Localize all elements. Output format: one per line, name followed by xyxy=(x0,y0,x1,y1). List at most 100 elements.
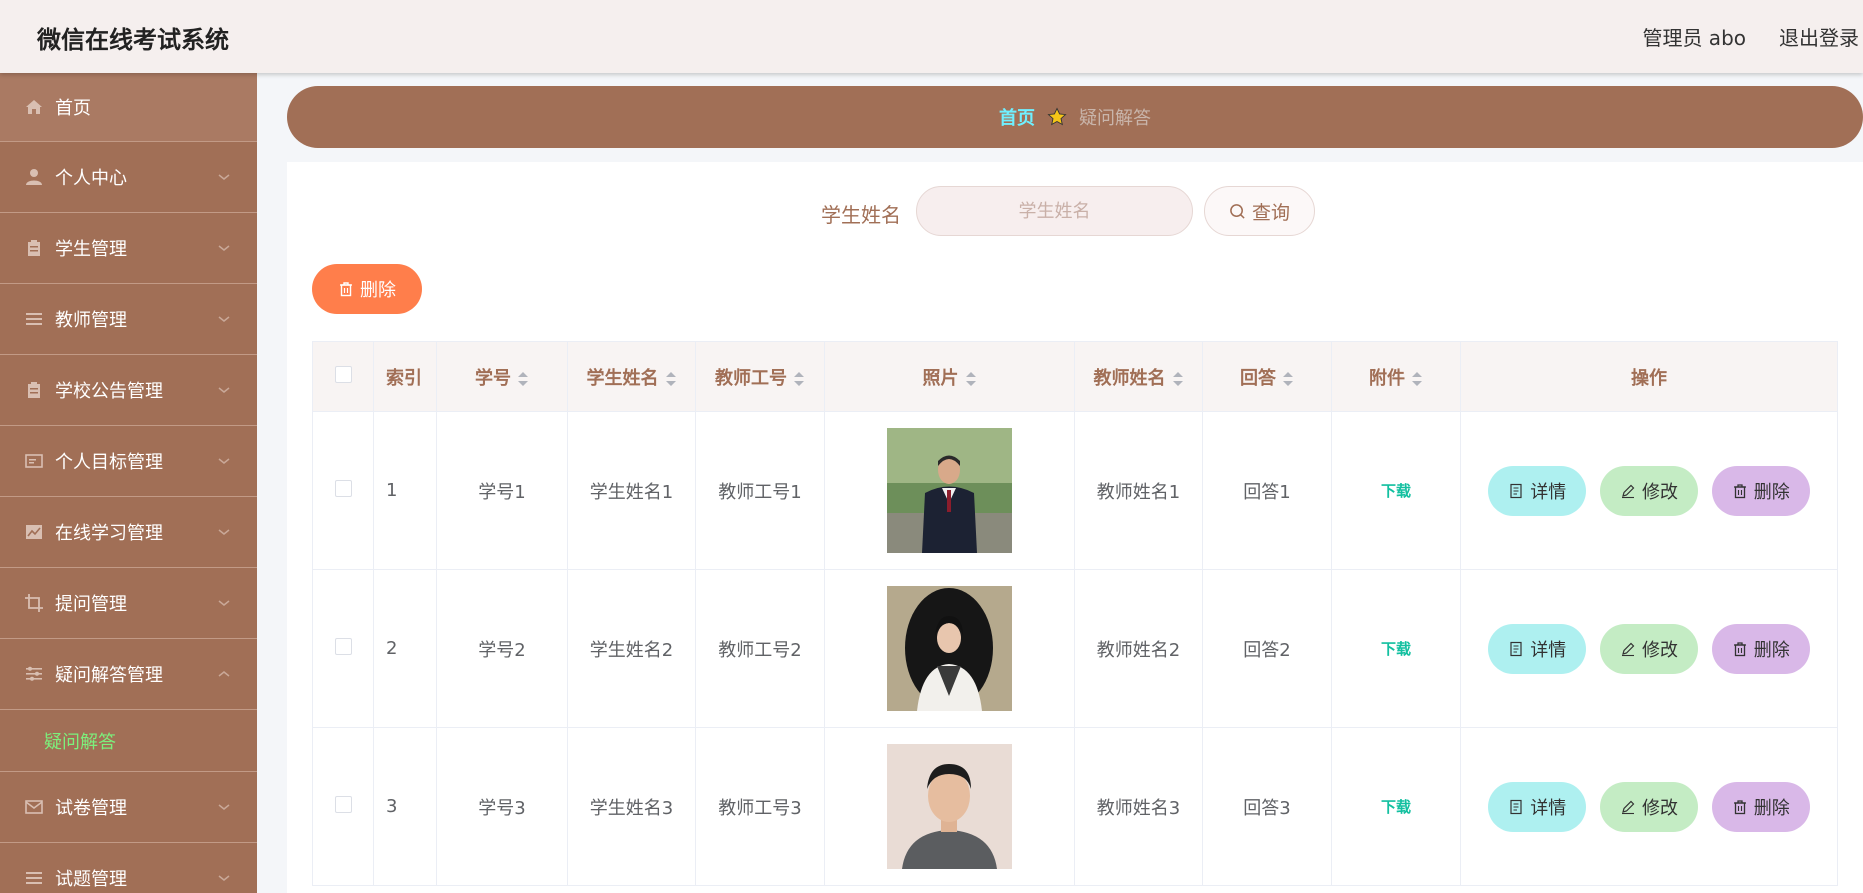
sidebar-item-label: 提问管理 xyxy=(55,594,127,615)
column-header-attachment[interactable]: 附件 xyxy=(1331,341,1461,412)
search-button[interactable]: 查询 xyxy=(1204,186,1315,236)
delete-button[interactable]: 删除 xyxy=(1711,781,1810,832)
sidebar-item-announcement-management[interactable]: 学校公告管理 xyxy=(0,355,257,426)
mail-icon xyxy=(24,797,44,817)
document-icon xyxy=(1510,799,1522,814)
delete-button-label: 删除 xyxy=(1753,797,1790,819)
column-header-teacher-no[interactable]: 教师工号 xyxy=(695,341,825,412)
column-header-label: 教师姓名 xyxy=(1093,367,1166,389)
row-checkbox[interactable] xyxy=(334,795,352,813)
sidebar-item-online-learning[interactable]: 在线学习管理 xyxy=(0,497,257,568)
edit-button[interactable]: 修改 xyxy=(1600,623,1698,674)
sort-icon xyxy=(965,371,976,386)
cell-attachment: 下载 xyxy=(1331,569,1461,728)
edit-button-label: 修改 xyxy=(1642,639,1678,661)
detail-button-label: 详情 xyxy=(1530,797,1567,819)
chevron-down-icon xyxy=(218,316,230,322)
photo-woman-portrait[interactable] xyxy=(887,586,1012,711)
sidebar-item-label: 疑问解答管理 xyxy=(55,665,163,686)
delete-button[interactable]: 删除 xyxy=(1711,623,1810,674)
download-link[interactable]: 下载 xyxy=(1381,798,1411,816)
chevron-down-icon xyxy=(218,600,230,606)
delete-button-label: 删除 xyxy=(1753,481,1790,503)
trash-icon xyxy=(340,282,352,297)
cell-teacher-name: 教师姓名3 xyxy=(1074,727,1203,886)
sidebar-subitem-answers[interactable]: 疑问解答 xyxy=(0,710,257,772)
sort-icon xyxy=(794,371,804,386)
column-header-photo[interactable]: 照片 xyxy=(824,341,1075,412)
trash-icon xyxy=(1733,641,1746,656)
delete-button[interactable]: 删除 xyxy=(1711,465,1810,516)
search-button-label: 查询 xyxy=(1251,201,1290,224)
sliders-icon xyxy=(24,664,44,684)
row-select-cell xyxy=(312,411,374,570)
column-header-teacher-name[interactable]: 教师姓名 xyxy=(1074,341,1203,412)
table-header-row: 索引 学号 学生姓名 教师工号 照片 教师姓名 回答 附件 操作 xyxy=(312,341,1838,412)
cell-student-name: 学生姓名3 xyxy=(567,727,696,886)
chevron-down-icon xyxy=(218,804,230,810)
crop-icon xyxy=(24,593,44,613)
sidebar-item-teacher-management[interactable]: 教师管理 xyxy=(0,284,257,355)
sidebar-item-personal-center[interactable]: 个人中心 xyxy=(0,142,257,213)
search-label: 学生姓名 xyxy=(821,203,901,227)
chevron-down-icon xyxy=(218,458,230,464)
sidebar-item-answer-management[interactable]: 疑问解答管理 xyxy=(0,639,257,710)
edit-icon xyxy=(1622,800,1635,814)
download-link[interactable]: 下载 xyxy=(1381,640,1411,658)
home-icon xyxy=(24,97,44,117)
row-checkbox[interactable] xyxy=(334,637,352,655)
clipboard-icon xyxy=(24,238,44,258)
table-row: 3 学号3 学生姓名3 教师工号3 教师姓名3 回答3 下载 详情 修改 删除 xyxy=(312,727,1838,886)
cell-teacher-name: 教师姓名2 xyxy=(1074,569,1203,728)
cell-student-name: 学生姓名1 xyxy=(567,411,696,570)
student-name-search-input[interactable] xyxy=(916,186,1193,236)
column-header-student-name[interactable]: 学生姓名 xyxy=(567,341,696,412)
chevron-down-icon xyxy=(218,387,230,393)
trash-icon xyxy=(1733,799,1746,814)
answers-table: 索引 学号 学生姓名 教师工号 照片 教师姓名 回答 附件 操作 1 学号1 学… xyxy=(312,341,1838,886)
sidebar-item-label: 个人目标管理 xyxy=(55,452,163,473)
card-icon xyxy=(24,451,44,471)
sidebar-item-label: 个人中心 xyxy=(55,168,127,189)
sidebar-item-student-management[interactable]: 学生管理 xyxy=(0,213,257,284)
chevron-down-icon xyxy=(218,174,230,180)
sidebar-item-goal-management[interactable]: 个人目标管理 xyxy=(0,426,257,497)
bulk-delete-button[interactable]: 删除 xyxy=(312,264,422,314)
top-header: 微信在线考试系统 管理员 abo 退出登录 xyxy=(0,0,1863,73)
photo-man-in-suit[interactable] xyxy=(887,428,1012,553)
sidebar-item-label: 在线学习管理 xyxy=(55,523,163,544)
cell-teacher-no: 教师工号2 xyxy=(695,569,825,728)
search-icon xyxy=(1230,203,1245,219)
delete-button-label: 删除 xyxy=(1753,639,1790,661)
photo-young-man[interactable] xyxy=(887,744,1012,869)
row-select-cell xyxy=(312,727,374,886)
sort-icon xyxy=(665,371,676,386)
cell-actions: 详情 修改 删除 xyxy=(1460,569,1838,728)
sort-icon xyxy=(1412,371,1422,386)
logout-link[interactable]: 退出登录 xyxy=(1779,22,1859,51)
detail-button[interactable]: 详情 xyxy=(1488,623,1587,674)
column-header-answer[interactable]: 回答 xyxy=(1202,341,1332,412)
edit-button[interactable]: 修改 xyxy=(1600,781,1698,832)
sort-icon xyxy=(1172,371,1183,386)
column-header-student-no[interactable]: 学号 xyxy=(436,341,568,412)
row-checkbox[interactable] xyxy=(334,479,352,497)
sidebar-item-question-bank-management[interactable]: 试题管理 xyxy=(0,843,257,893)
sidebar-item-question-management[interactable]: 提问管理 xyxy=(0,568,257,639)
sidebar-item-home[interactable]: 首页 xyxy=(0,73,257,142)
select-all-checkbox[interactable] xyxy=(334,365,352,383)
chevron-down-icon xyxy=(218,245,230,251)
sidebar-item-exam-paper-management[interactable]: 试卷管理 xyxy=(0,772,257,843)
download-link[interactable]: 下载 xyxy=(1381,482,1411,500)
breadcrumb-home-link[interactable]: 首页 xyxy=(999,104,1035,130)
column-header-label: 回答 xyxy=(1240,367,1276,389)
cell-answer: 回答2 xyxy=(1202,569,1332,728)
detail-button[interactable]: 详情 xyxy=(1488,781,1587,832)
cell-actions: 详情 修改 删除 xyxy=(1460,411,1838,570)
edit-button[interactable]: 修改 xyxy=(1600,465,1698,516)
detail-button[interactable]: 详情 xyxy=(1488,465,1587,516)
sidebar-item-label: 学生管理 xyxy=(55,239,127,260)
column-header-label: 附件 xyxy=(1369,367,1405,389)
breadcrumb: 首页 疑问解答 xyxy=(287,86,1863,148)
list-icon xyxy=(24,309,44,329)
